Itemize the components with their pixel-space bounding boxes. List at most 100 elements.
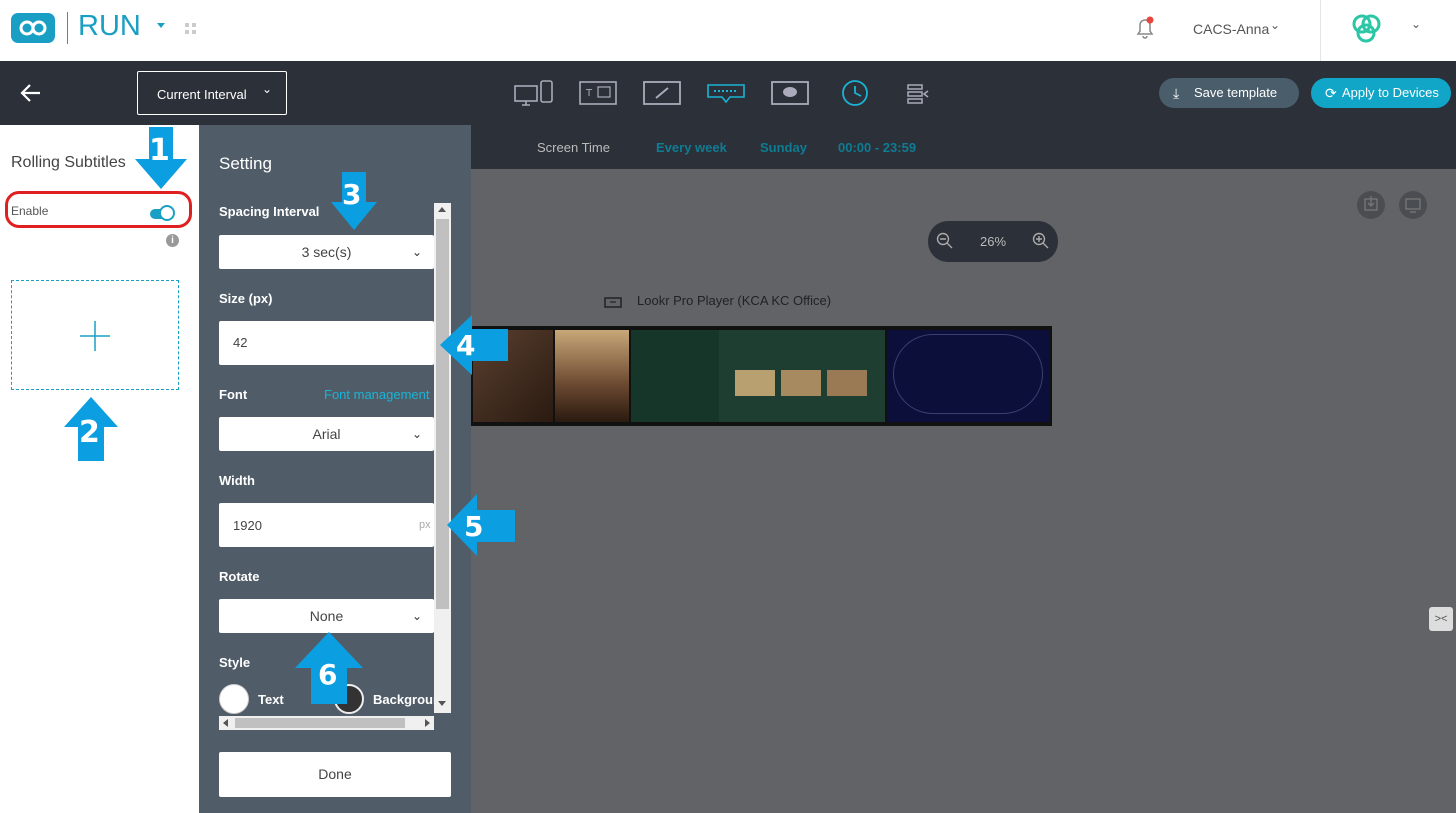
width-value: 1920 [233, 518, 262, 533]
player-name: Lookr Pro Player (KCA KC Office) [637, 293, 832, 308]
text-color-swatch[interactable] [219, 684, 249, 714]
callout-label-5: 5 [464, 510, 484, 543]
callout-arrow-5: 5 [447, 494, 515, 556]
user-menu-chevron-icon[interactable]: ⌄ [1270, 18, 1280, 32]
left-panel: Rolling Subtitles Enable i [0, 125, 199, 813]
plus-icon [80, 321, 110, 351]
toggle-knob [159, 205, 175, 221]
done-label: Done [318, 766, 352, 782]
menu-food-1 [735, 370, 775, 396]
back-arrow-icon[interactable] [20, 83, 42, 103]
interval-select[interactable]: Current Interval ⌄ [137, 71, 287, 115]
zoom-control: 26% [928, 221, 1058, 262]
zoom-in-icon[interactable] [1032, 232, 1050, 250]
download-preview-icon[interactable] [1357, 191, 1385, 219]
size-input[interactable]: 42 [219, 321, 434, 365]
rotate-select[interactable]: None ⌄ [219, 599, 434, 633]
done-button[interactable]: Done [219, 752, 451, 797]
callout-arrow-4: 4 [440, 315, 508, 375]
enable-label: Enable [11, 204, 49, 218]
background-color-label: Backgroun [373, 692, 435, 707]
spacing-interval-select[interactable]: 3 sec(s) ⌄ [219, 235, 434, 269]
download-icon: ⤓ [1173, 85, 1180, 101]
width-label: Width [219, 473, 255, 488]
rotate-value: None [309, 608, 344, 624]
sync-icon: ⟳ [1325, 85, 1337, 101]
side-collapse-button[interactable]: >< [1429, 607, 1453, 631]
spacing-interval-label: Spacing Interval [219, 204, 320, 219]
font-management-link[interactable]: Font management [324, 387, 434, 402]
preview-panel-green [631, 330, 719, 422]
font-select[interactable]: Arial ⌄ [219, 417, 434, 451]
preview-circle-frame [893, 334, 1043, 414]
menu-food-2 [781, 370, 821, 396]
top-bar: RUN CACS-Anna ⌄ ⌄ [0, 0, 1456, 61]
notification-bell-icon[interactable] [1134, 16, 1156, 40]
vertical-scrollbar[interactable] [434, 203, 451, 713]
edit-screen-icon[interactable] [642, 77, 682, 109]
editor-toolbar: Current Interval ⌄ T ⤓ Save template ⟳ A… [0, 61, 1456, 125]
logo-divider [67, 12, 68, 44]
schedule-time-range[interactable]: 00:00 - 23:59 [838, 140, 916, 155]
app-name[interactable]: RUN [78, 10, 141, 43]
chevron-down-icon: ⌄ [411, 427, 422, 441]
player-device-icon [604, 296, 622, 308]
save-template-button[interactable]: ⤓ Save template [1159, 78, 1299, 108]
spacing-interval-value: 3 sec(s) [301, 244, 352, 260]
scroll-down-icon[interactable] [438, 701, 446, 706]
callout-arrow-3: 3 [331, 172, 377, 230]
enable-toggle[interactable] [150, 205, 175, 221]
save-template-label: Save template [1194, 85, 1278, 100]
message-screen-icon[interactable] [770, 77, 810, 109]
scroll-left-icon[interactable] [223, 719, 228, 727]
style-label: Style [219, 655, 251, 670]
svg-text:T: T [585, 88, 593, 99]
panel-title: Rolling Subtitles [11, 154, 126, 171]
menu-food-3 [827, 370, 867, 396]
text-template-icon[interactable]: T [578, 77, 618, 109]
callout-label-4: 4 [456, 329, 476, 362]
org-logo-icon[interactable] [1347, 12, 1387, 46]
size-value: 42 [233, 335, 248, 350]
apply-to-devices-button[interactable]: ⟳ Apply to Devices [1311, 78, 1451, 108]
app-logo-icon[interactable] [11, 13, 55, 43]
zoom-out-icon[interactable] [936, 232, 954, 250]
info-icon[interactable]: i [166, 234, 179, 247]
apply-to-devices-label: Apply to Devices [1342, 85, 1439, 100]
chevron-down-icon: ⌄ [261, 82, 272, 96]
screen-preview[interactable] [471, 326, 1052, 426]
callout-label-2: 2 [79, 415, 100, 450]
layers-icon[interactable] [904, 77, 930, 109]
apps-grid-icon[interactable] [185, 22, 197, 34]
text-color-label: Text [258, 692, 284, 707]
org-menu-chevron-icon[interactable]: ⌄ [1411, 17, 1421, 31]
font-value: Arial [312, 426, 341, 442]
scroll-right-icon[interactable] [425, 719, 430, 727]
chevron-down-icon: ⌄ [411, 245, 422, 259]
preview-panel-blue [887, 330, 1050, 422]
add-subtitle-button[interactable] [11, 280, 179, 390]
horizontal-scrollbar[interactable] [219, 716, 434, 730]
callout-label-1: 1 [149, 133, 170, 168]
callout-label-3: 3 [342, 178, 362, 211]
callout-arrow-1: 1 [135, 127, 187, 189]
user-menu[interactable]: CACS-Anna [1193, 21, 1269, 37]
callout-arrow-6: 6 [295, 632, 363, 704]
display-devices-icon[interactable] [514, 77, 556, 109]
app-switch-caret-icon[interactable] [157, 23, 165, 28]
header-divider [1320, 0, 1321, 61]
schedule-day[interactable]: Sunday [760, 140, 807, 155]
screen-time-label: Screen Time [537, 140, 610, 155]
rotate-label: Rotate [219, 569, 260, 584]
schedule-frequency[interactable]: Every week [656, 140, 727, 155]
clock-icon[interactable] [840, 77, 870, 109]
size-label: Size (px) [219, 291, 273, 306]
rolling-subtitle-icon[interactable] [706, 77, 746, 109]
scroll-up-icon[interactable] [438, 207, 446, 212]
interval-select-label: Current Interval [157, 87, 247, 102]
width-input[interactable]: 1920 px [219, 503, 434, 547]
cast-preview-icon[interactable] [1399, 191, 1427, 219]
chevron-down-icon: ⌄ [411, 609, 422, 623]
h-scroll-thumb[interactable] [235, 718, 405, 728]
preview-panel-menu [719, 330, 885, 422]
